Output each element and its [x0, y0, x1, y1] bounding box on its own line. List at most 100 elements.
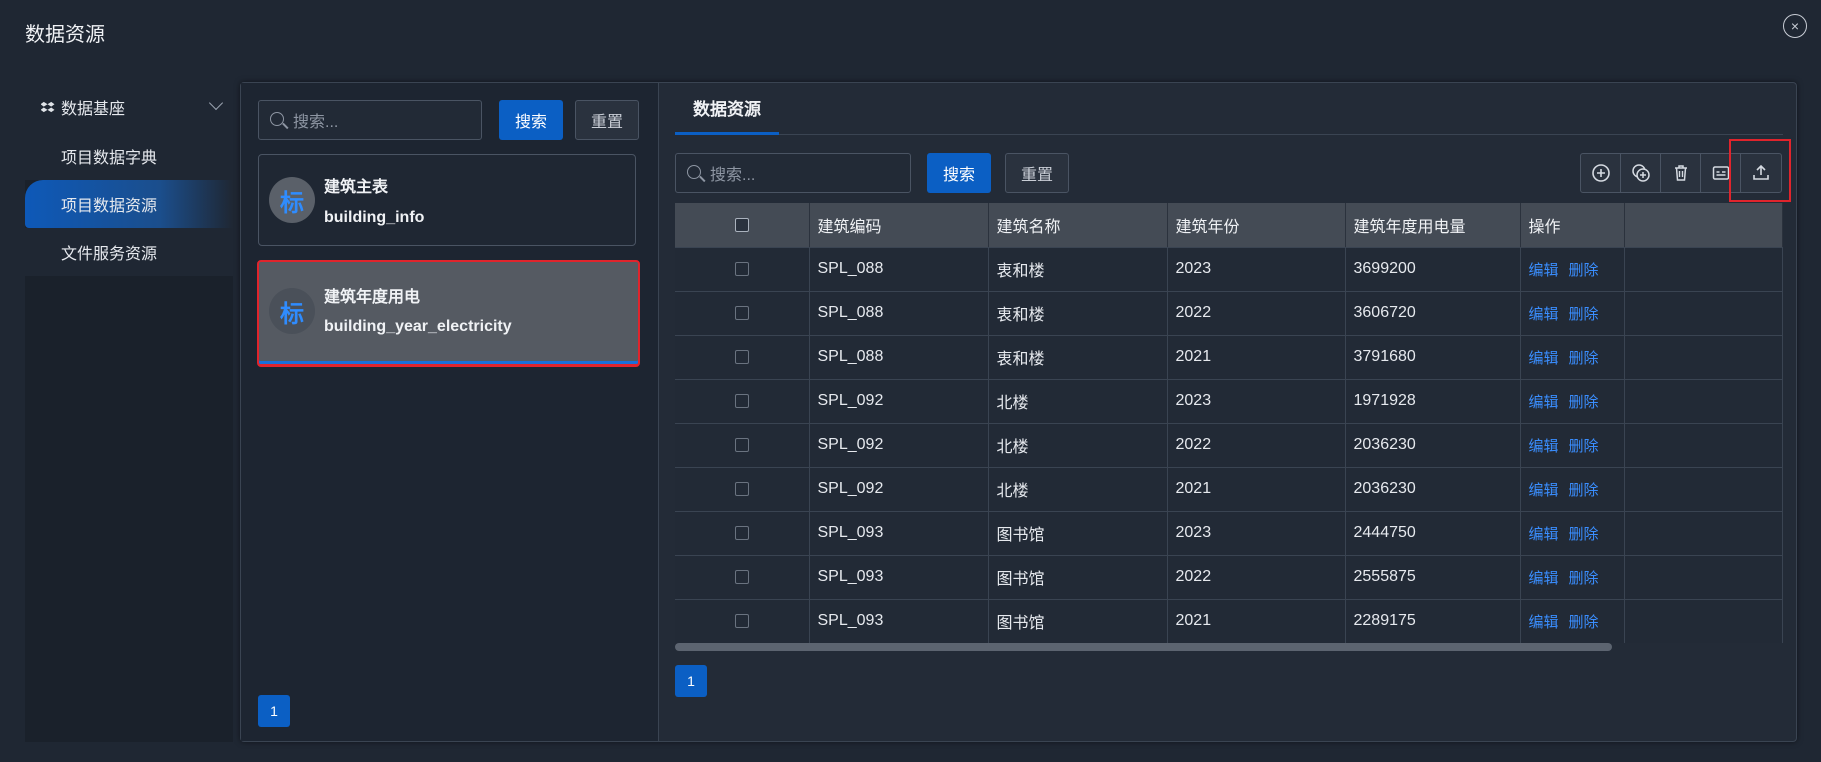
edit-link[interactable]: 编辑 [1529, 394, 1559, 411]
delete-link[interactable]: 删除 [1569, 438, 1599, 455]
close-button[interactable]: × [1783, 14, 1807, 38]
delete-link[interactable]: 删除 [1569, 482, 1599, 499]
table-badge: 标 [269, 177, 315, 223]
edit-link[interactable]: 编辑 [1529, 526, 1559, 543]
edit-link[interactable]: 编辑 [1529, 438, 1559, 455]
edit-link[interactable]: 编辑 [1529, 306, 1559, 323]
delete-link[interactable]: 删除 [1569, 306, 1599, 323]
row-checkbox[interactable] [734, 261, 749, 276]
delete-link[interactable]: 删除 [1569, 394, 1599, 411]
table-header-row: 建筑编码 建筑名称 建筑年份 建筑年度用电量 操作 [675, 203, 1783, 248]
cell-filler [1624, 467, 1783, 512]
row-select-cell [675, 291, 810, 336]
reset-button-label: 重置 [590, 114, 623, 131]
row-checkbox[interactable] [734, 437, 749, 452]
delete-rows-button[interactable] [1661, 154, 1701, 192]
add-row-button[interactable] [1581, 154, 1621, 192]
column-header: 操作 [1520, 203, 1625, 248]
delete-link[interactable]: 删除 [1569, 614, 1599, 631]
nav-item-file-service[interactable]: 文件服务资源 [25, 228, 233, 276]
row-checkbox[interactable] [734, 569, 749, 584]
column-header[interactable]: 建筑年份 [1167, 203, 1346, 248]
list-page-button[interactable]: 1 [258, 695, 290, 727]
data-reset-button[interactable]: 重置 [1005, 153, 1069, 193]
row-checkbox[interactable] [734, 305, 749, 320]
data-search-input[interactable]: 搜索... [675, 153, 911, 193]
cell-actions: 编辑 删除 [1520, 247, 1625, 292]
edit-link[interactable]: 编辑 [1529, 570, 1559, 587]
row-checkbox[interactable] [734, 613, 749, 628]
cell-annual-usage: 2036230 [1345, 467, 1521, 512]
cell-actions: 编辑 删除 [1520, 379, 1625, 424]
table-search-input[interactable]: 搜索... [258, 100, 482, 140]
copy-add-button[interactable] [1621, 154, 1661, 192]
card-view-button[interactable] [1701, 154, 1741, 192]
table-row[interactable]: SPL_092 北楼 2022 2036230 编辑 删除 [675, 423, 1783, 468]
data-search-button[interactable]: 搜索 [927, 153, 991, 193]
search-placeholder: 搜索... [710, 167, 756, 184]
table-row[interactable]: SPL_093 图书馆 2022 2555875 编辑 删除 [675, 555, 1783, 600]
cell-building-year: 2022 [1167, 423, 1346, 468]
nav-group-label: 数据基座 [61, 101, 126, 118]
card-title: 建筑主表 [324, 179, 389, 196]
delete-link[interactable]: 删除 [1569, 526, 1599, 543]
search-icon [270, 112, 284, 126]
column-header[interactable]: 建筑编码 [809, 203, 989, 248]
row-checkbox[interactable] [734, 525, 749, 540]
table-card-building-info[interactable]: 标 建筑主表 building_info [258, 154, 636, 246]
nav-item-dictionary[interactable]: 项目数据字典 [25, 132, 233, 180]
cell-filler [1624, 423, 1783, 468]
tab-data-resources[interactable]: 数据资源 [675, 83, 779, 135]
row-checkbox[interactable] [734, 393, 749, 408]
row-checkbox[interactable] [734, 481, 749, 496]
table-toolbar [1580, 153, 1782, 193]
delete-link[interactable]: 删除 [1569, 262, 1599, 279]
table-row[interactable]: SPL_088 衷和楼 2022 3606720 编辑 删除 [675, 291, 1783, 336]
upload-button[interactable] [1741, 154, 1781, 192]
table-row[interactable]: SPL_088 衷和楼 2023 3699200 编辑 删除 [675, 247, 1783, 292]
cell-filler [1624, 247, 1783, 292]
nav-item-label: 项目数据字典 [61, 150, 158, 167]
row-select-cell [675, 467, 810, 512]
cell-building-name: 北楼 [988, 379, 1168, 424]
table-page-button[interactable]: 1 [675, 665, 707, 697]
table-reset-button[interactable]: 重置 [575, 100, 639, 140]
scrollbar-thumb[interactable] [675, 643, 1612, 651]
horizontal-scrollbar[interactable] [675, 643, 1783, 651]
select-all-checkbox[interactable] [734, 217, 749, 232]
table-row[interactable]: SPL_092 北楼 2021 2036230 编辑 删除 [675, 467, 1783, 512]
cell-building-year: 2023 [1167, 511, 1346, 556]
table-search-button[interactable]: 搜索 [499, 100, 563, 140]
upload-icon [1753, 164, 1769, 180]
delete-link[interactable]: 删除 [1569, 350, 1599, 367]
reset-button-label: 重置 [1020, 167, 1053, 184]
row-select-cell [675, 335, 810, 380]
cell-building-name: 北楼 [988, 423, 1168, 468]
cell-building-code: SPL_088 [809, 291, 989, 336]
table-row[interactable]: SPL_088 衷和楼 2021 3791680 编辑 删除 [675, 335, 1783, 380]
column-header-filler [1624, 203, 1783, 248]
table-row[interactable]: SPL_093 图书馆 2021 2289175 编辑 删除 [675, 599, 1783, 643]
cell-actions: 编辑 删除 [1520, 467, 1625, 512]
column-header[interactable]: 建筑年度用电量 [1345, 203, 1521, 248]
edit-link[interactable]: 编辑 [1529, 350, 1559, 367]
cell-building-year: 2021 [1167, 599, 1346, 643]
column-header[interactable]: 建筑名称 [988, 203, 1168, 248]
tab-bar: 数据资源 [675, 83, 1783, 135]
table-list-column: 搜索... 搜索 重置 标 建筑主表 building_info 标 建筑年度用… [241, 83, 659, 741]
table-row[interactable]: SPL_092 北楼 2023 1971928 编辑 删除 [675, 379, 1783, 424]
edit-link[interactable]: 编辑 [1529, 482, 1559, 499]
table-row[interactable]: SPL_093 图书馆 2023 2444750 编辑 删除 [675, 511, 1783, 556]
row-select-cell [675, 511, 810, 556]
edit-link[interactable]: 编辑 [1529, 262, 1559, 279]
nav-group-data-base[interactable]: 数据基座 [25, 82, 233, 132]
cell-annual-usage: 2555875 [1345, 555, 1521, 600]
nav-item-resources[interactable]: 项目数据资源 [25, 180, 233, 228]
row-checkbox[interactable] [734, 349, 749, 364]
cell-building-name: 图书馆 [988, 511, 1168, 556]
cell-annual-usage: 3606720 [1345, 291, 1521, 336]
select-all-cell [675, 203, 810, 248]
delete-link[interactable]: 删除 [1569, 570, 1599, 587]
table-card-building-year-electricity[interactable]: 标 建筑年度用电 building_year_electricity [257, 260, 640, 367]
edit-link[interactable]: 编辑 [1529, 614, 1559, 631]
